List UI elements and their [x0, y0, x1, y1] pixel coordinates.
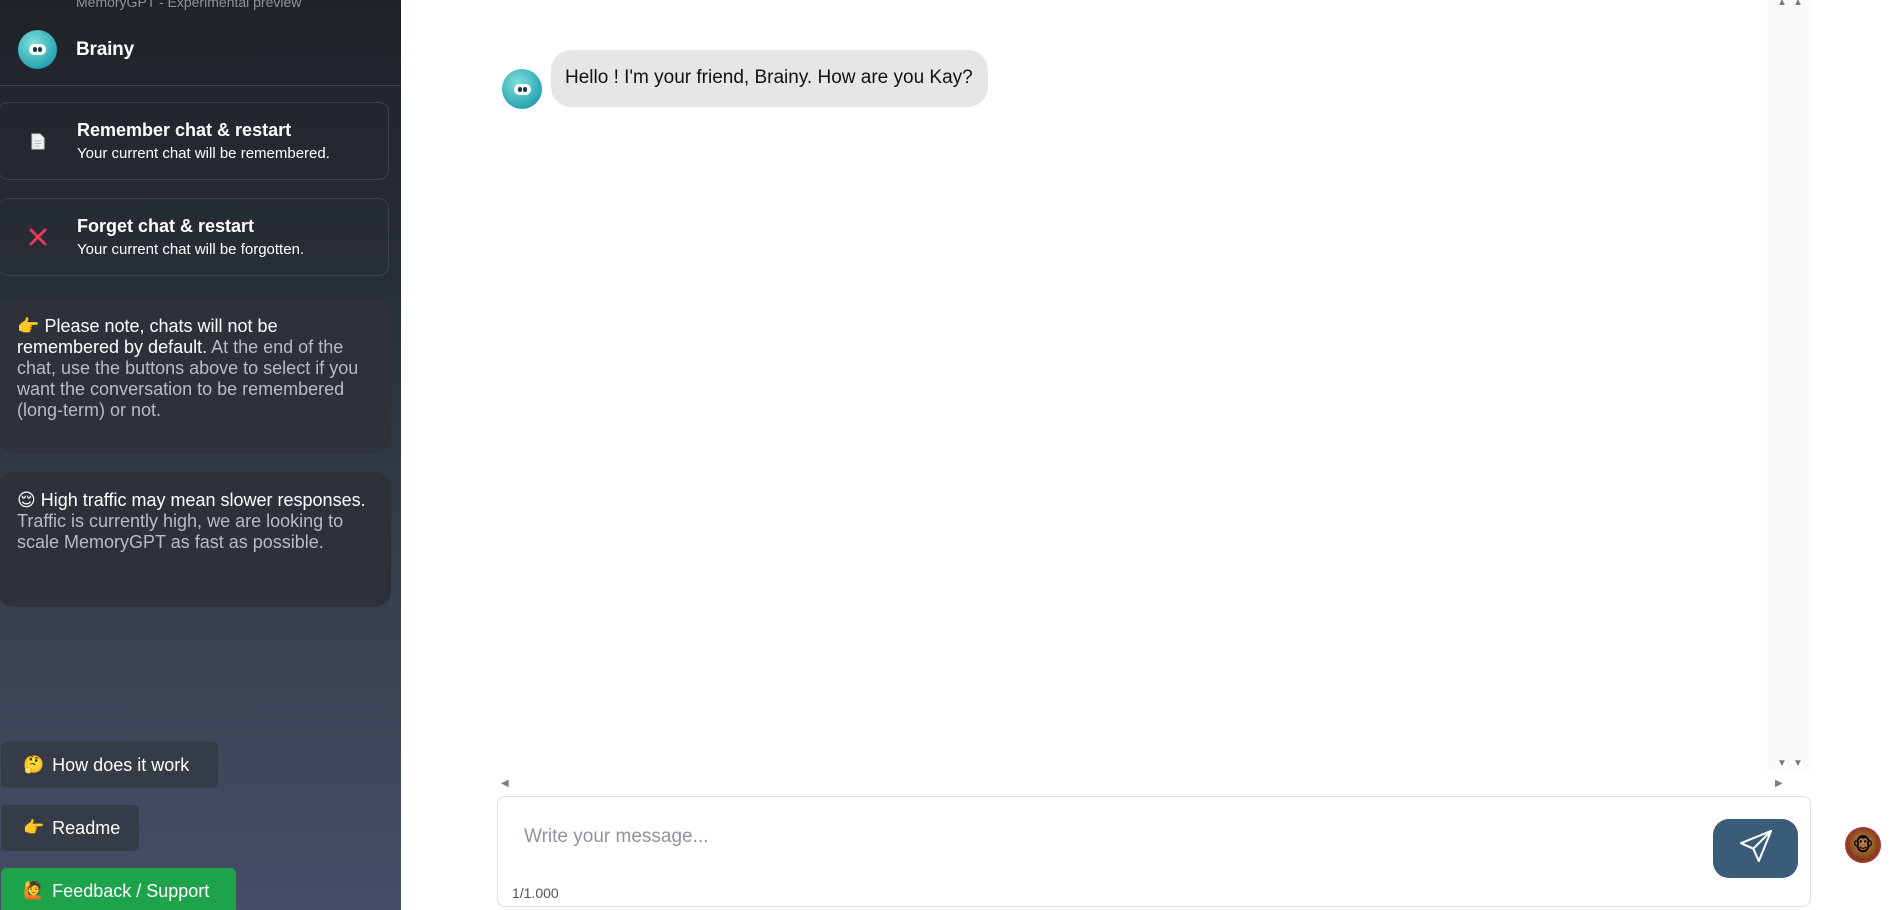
feedback-support-button[interactable]: 🙋 Feedback / Support [1, 868, 236, 910]
raising-hand-icon: 🙋 [23, 881, 45, 900]
message-composer: 1/1.000 [497, 796, 1811, 907]
document-icon [0, 133, 77, 150]
feedback-support-label: Feedback / Support [52, 880, 210, 901]
relieved-face-icon: 😌 [17, 490, 36, 510]
how-does-it-work-label: How does it work [52, 754, 190, 775]
scroll-down-icon[interactable]: ▼ [1777, 759, 1787, 769]
brand: Brainy [18, 30, 134, 69]
forget-chat-subtitle: Your current chat will be forgotten. [77, 241, 305, 258]
message-input[interactable] [522, 819, 1726, 855]
remember-chat-title: Remember chat & restart [77, 120, 292, 140]
remember-chat-subtitle: Your current chat will be remembered. [77, 145, 330, 162]
traffic-note: 😌 High traffic may mean slower responses… [0, 472, 391, 607]
character-counter: 1/1.000 [512, 885, 559, 901]
readme-label: Readme [52, 817, 121, 838]
divider [0, 85, 401, 86]
scroll-up-icon[interactable]: ▲ [1777, 0, 1787, 8]
scroll-left-icon[interactable]: ◀ [501, 779, 509, 789]
pointing-hand-icon: 👉 [23, 818, 45, 837]
thinking-face-icon: 🤔 [23, 755, 45, 774]
vertical-scrollbar[interactable]: ▲ ▲ ▼ ▼ [1767, 0, 1811, 770]
forget-chat-title: Forget chat & restart [77, 216, 255, 236]
scroll-right-icon[interactable]: ▶ [1775, 779, 1783, 789]
pointing-hand-icon: 👉 [17, 316, 40, 336]
brand-name: Brainy [76, 38, 134, 60]
message-bubble: Hello ! I'm your friend, Brainy. How are… [551, 50, 988, 107]
sidebar: MemoryGPT - Experimental preview Brainy … [0, 0, 401, 910]
user-avatar[interactable]: 🐵 [1845, 827, 1881, 863]
bot-avatar [502, 69, 542, 109]
note-heading: High traffic may mean slower responses. [40, 490, 366, 510]
bot-avatar [18, 30, 57, 69]
send-icon [1737, 827, 1775, 870]
note-text: Traffic is currently high, we are lookin… [17, 511, 344, 552]
scroll-up-icon[interactable]: ▲ [1793, 0, 1803, 8]
bot-message: Hello ! I'm your friend, Brainy. How are… [502, 50, 988, 109]
scroll-down-icon[interactable]: ▼ [1793, 759, 1803, 769]
preview-label: MemoryGPT - Experimental preview [76, 0, 302, 10]
how-does-it-work-button[interactable]: 🤔 How does it work [1, 742, 218, 788]
send-button[interactable] [1713, 819, 1798, 878]
remember-chat-button[interactable]: Remember chat & restart Your current cha… [0, 102, 389, 180]
monkey-face-icon: 🐵 [1852, 834, 1874, 855]
forget-chat-button[interactable]: Forget chat & restart Your current chat … [0, 198, 389, 276]
default-memory-note: 👉 Please note, chats will not be remembe… [0, 298, 391, 453]
readme-button[interactable]: 👉 Readme [1, 805, 139, 851]
close-icon [0, 227, 77, 247]
